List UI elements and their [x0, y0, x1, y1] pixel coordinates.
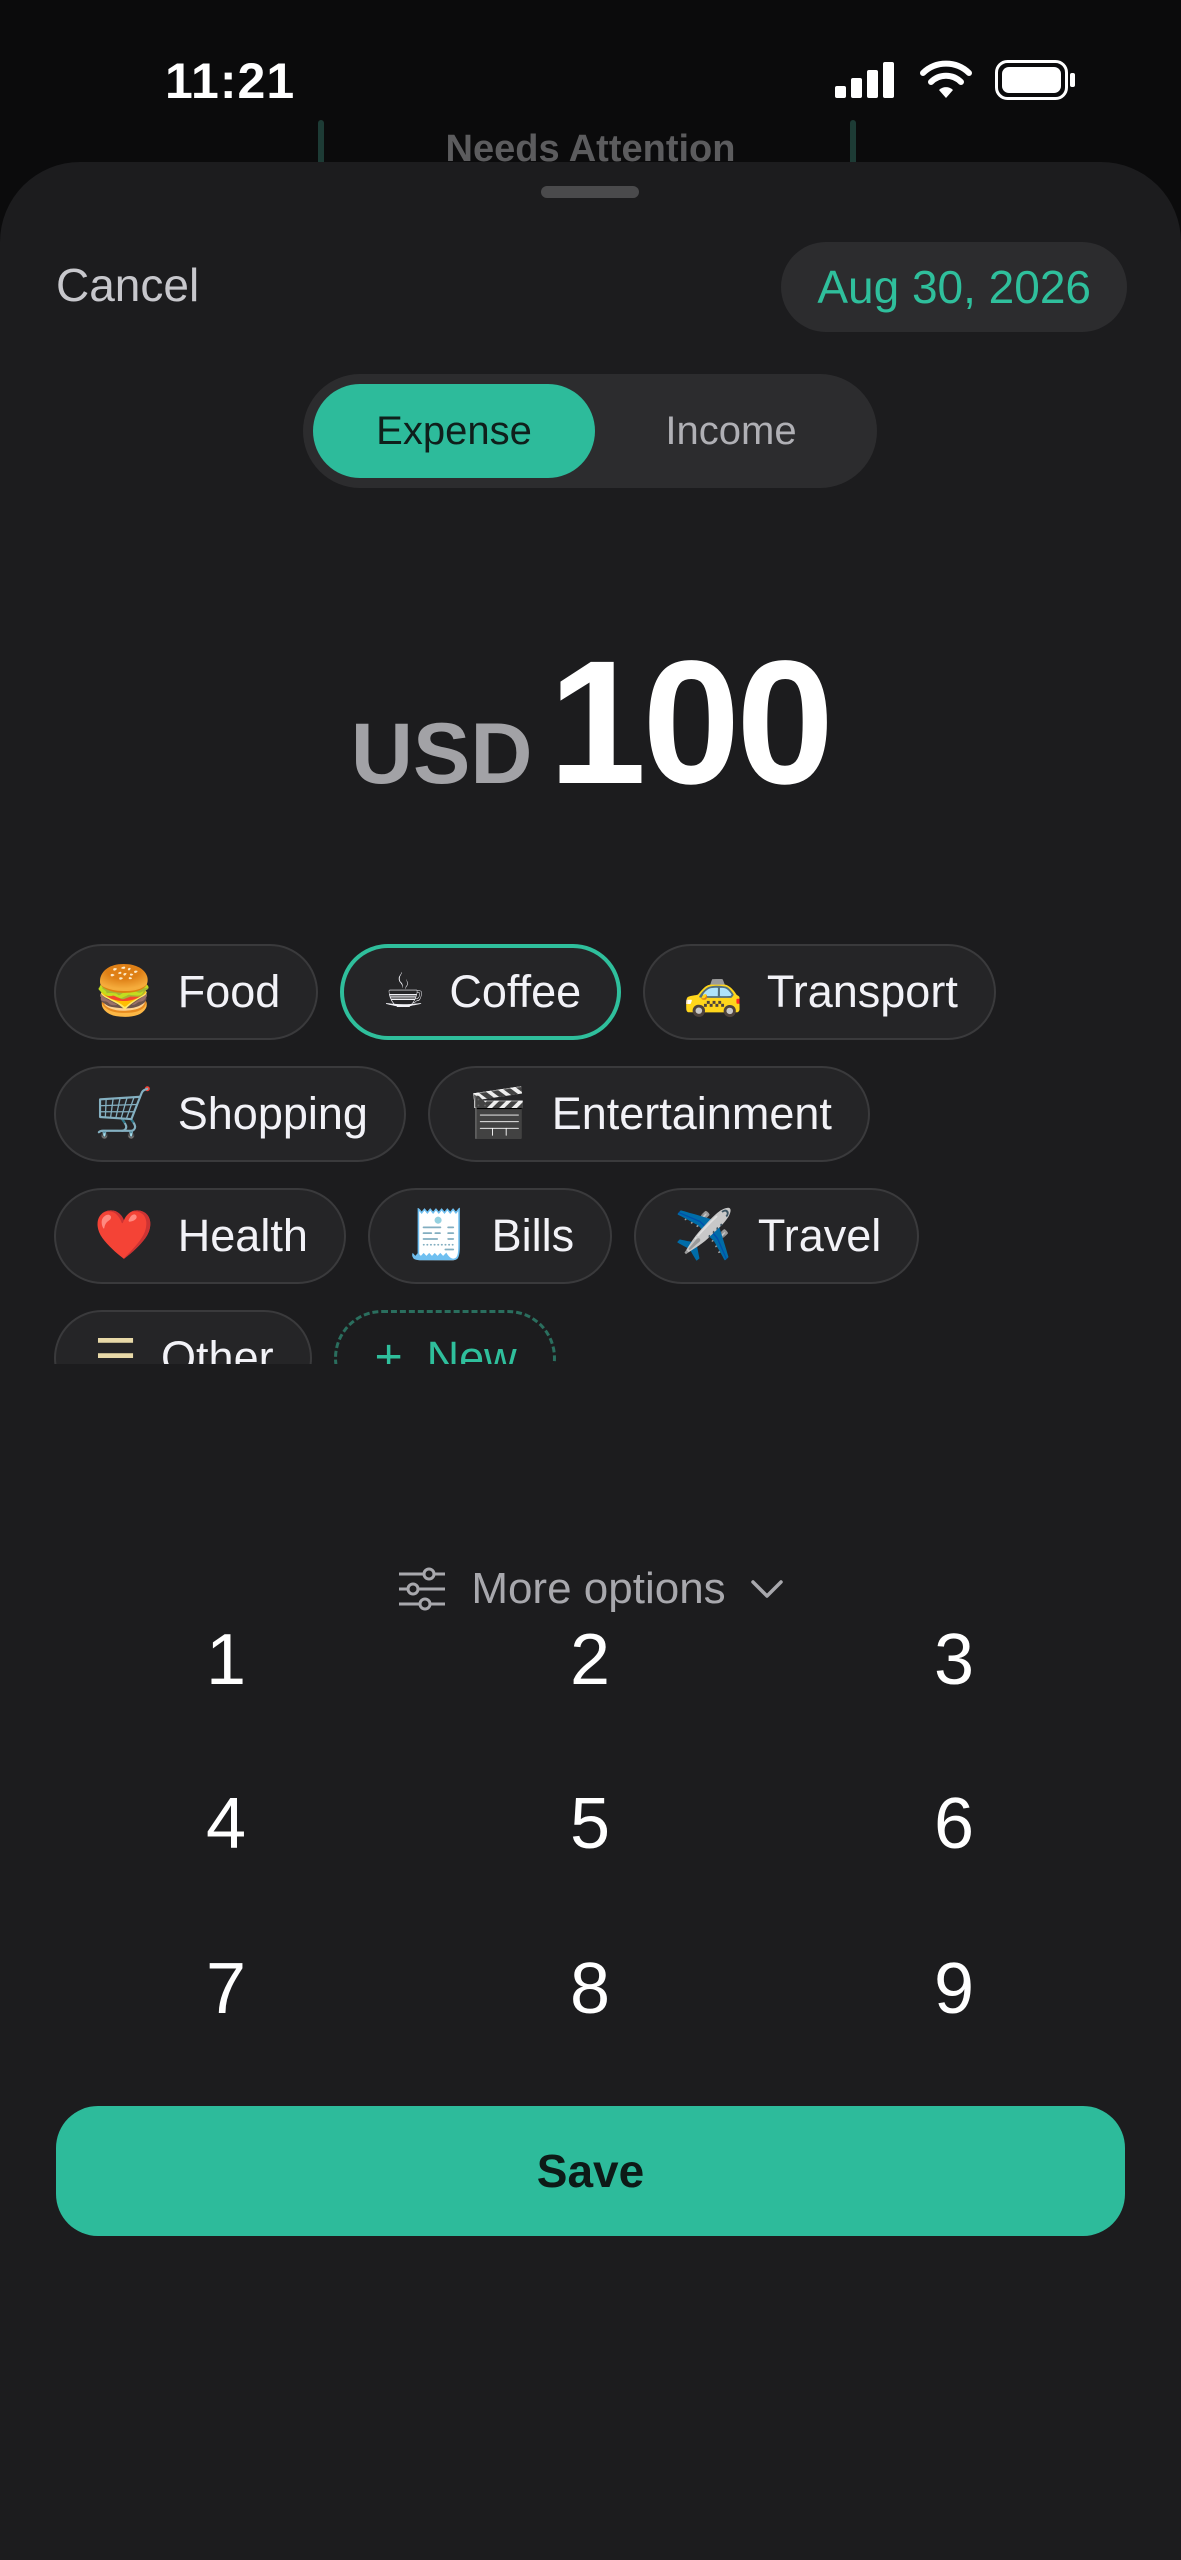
amount-value: 100 [548, 625, 834, 821]
category-chip-entertainment[interactable]: 🎬 Entertainment [427, 1066, 870, 1162]
category-label: Transport [766, 966, 958, 1017]
category-chip-bills[interactable]: 🧾 Bills [367, 1188, 613, 1284]
category-chip-coffee[interactable]: ☕ Coffee [340, 944, 622, 1040]
key-5[interactable]: 5 [440, 1749, 740, 1899]
category-chip-health[interactable]: ❤️ Health [54, 1188, 346, 1284]
key-6[interactable]: 6 [804, 1749, 1104, 1899]
key-2[interactable]: 2 [440, 1585, 740, 1735]
key-1[interactable]: 1 [76, 1585, 376, 1735]
sheet-grabber[interactable] [541, 186, 639, 198]
category-chips: 🍔 Food ☕ Coffee 🚕 Transport 🛒 Shopping 🎬… [54, 944, 1134, 1364]
amount-display: USD 100 [0, 622, 1181, 824]
heart-icon: ❤️ [94, 1209, 154, 1262]
airplane-icon: ✈️ [674, 1209, 734, 1262]
cellular-signal-icon [835, 62, 894, 98]
key-4[interactable]: 4 [76, 1749, 376, 1899]
receipt-icon: 🧾 [407, 1209, 468, 1262]
add-category-chip[interactable]: + New [333, 1310, 556, 1365]
category-label: Health [177, 1210, 308, 1261]
category-label: Travel [757, 1210, 882, 1261]
key-8[interactable]: 8 [440, 1914, 740, 2064]
category-chip-transport[interactable]: 🚕 Transport [643, 944, 996, 1040]
category-chip-travel[interactable]: ✈️ Travel [634, 1188, 920, 1284]
category-label: Coffee [449, 966, 582, 1017]
cancel-button[interactable]: Cancel [56, 258, 199, 312]
transaction-type-toggle: Expense Income [303, 374, 877, 488]
key-7[interactable]: 7 [76, 1914, 376, 2064]
category-label: Food [177, 966, 281, 1017]
date-picker-button[interactable]: Aug 30, 2026 [781, 242, 1127, 332]
category-chip-food[interactable]: 🍔 Food [54, 944, 319, 1040]
coffee-icon: ☕ [382, 965, 426, 1018]
status-time: 11:21 [165, 53, 296, 109]
category-label: Shopping [177, 1088, 368, 1139]
category-chip-shopping[interactable]: 🛒 Shopping [54, 1066, 406, 1162]
plus-icon: + [374, 1331, 403, 1365]
key-9[interactable]: 9 [804, 1914, 1104, 2064]
category-label: Other [161, 1332, 274, 1364]
currency-label[interactable]: USD [351, 705, 533, 804]
category-label: Entertainment [551, 1088, 832, 1139]
key-3[interactable]: 3 [804, 1585, 1104, 1735]
taxi-icon: 🚕 [683, 965, 743, 1018]
burger-icon: 🍔 [94, 965, 154, 1018]
save-button[interactable]: Save [56, 2106, 1125, 2236]
shopping-cart-icon: 🛒 [94, 1087, 154, 1140]
battery-icon [995, 60, 1075, 100]
category-chip-other[interactable]: ☰ Other [54, 1310, 312, 1364]
tab-expense[interactable]: Expense [313, 384, 595, 478]
chevron-down-icon [750, 1580, 783, 1598]
clapperboard-icon: 🎬 [467, 1087, 528, 1140]
wifi-icon [920, 60, 972, 98]
tab-income[interactable]: Income [595, 384, 867, 478]
list-icon: ☰ [94, 1331, 138, 1365]
new-category-label: New [426, 1332, 517, 1364]
category-label: Bills [491, 1210, 575, 1261]
status-icons [835, 60, 1077, 100]
